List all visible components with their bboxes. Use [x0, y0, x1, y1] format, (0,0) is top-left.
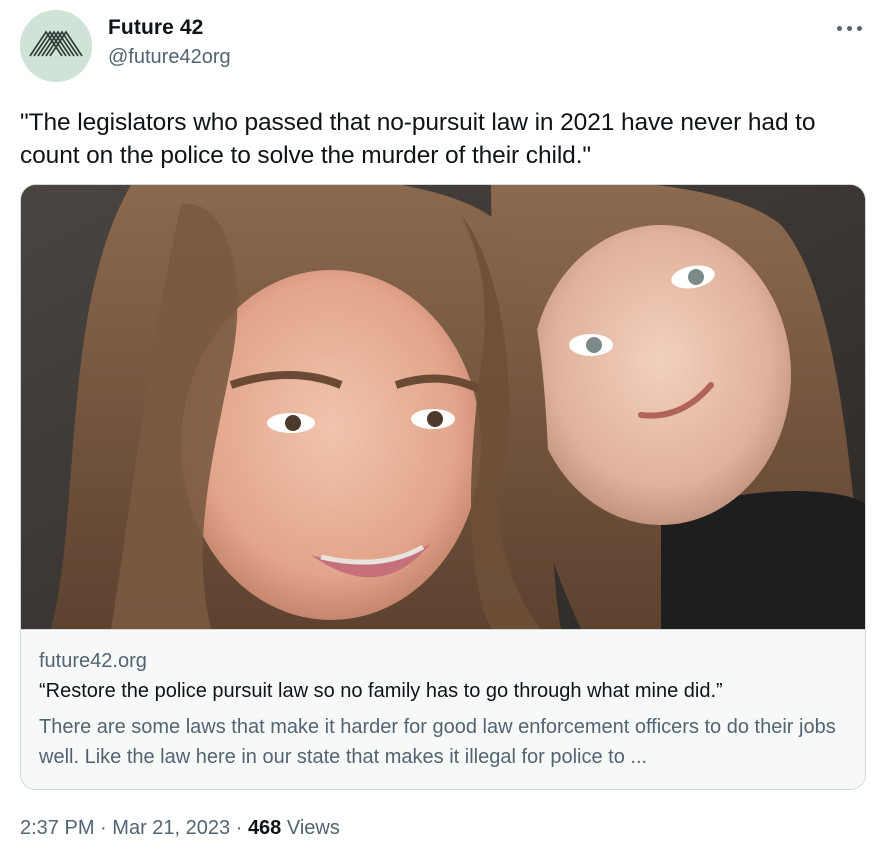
views-count: 468	[247, 817, 282, 839]
avatar[interactable]	[20, 10, 92, 82]
tweet-text: "The legislators who passed that no-purs…	[20, 109, 816, 169]
link-card[interactable]: future42.org “Restore the police pursuit…	[20, 184, 866, 790]
meta-separator: ·	[235, 817, 243, 839]
tweet-meta: 2:37 PM · Mar 21, 2023 · 468 Views	[20, 817, 340, 840]
tweet: Future 42 @future42org "The legislators …	[0, 0, 886, 854]
card-description: There are some laws that make it harder …	[39, 716, 836, 768]
author-handle[interactable]: @future42org	[108, 46, 231, 69]
card-title: “Restore the police pursuit law so no fa…	[39, 680, 723, 702]
views-label: Views	[286, 817, 340, 839]
tweet-date[interactable]: Mar 21, 2023	[112, 817, 230, 839]
meta-separator: ·	[100, 817, 107, 839]
tweet-time[interactable]: 2:37 PM	[20, 817, 94, 839]
card-image[interactable]	[21, 185, 865, 629]
card-domain: future42.org	[39, 650, 147, 672]
card-body[interactable]: future42.org “Restore the police pursuit…	[21, 629, 865, 789]
author-display-name[interactable]: Future 42	[108, 16, 203, 40]
more-options-icon[interactable]	[834, 14, 866, 42]
photo-two-girls-image	[21, 185, 865, 629]
future42-logo-icon	[20, 10, 92, 82]
